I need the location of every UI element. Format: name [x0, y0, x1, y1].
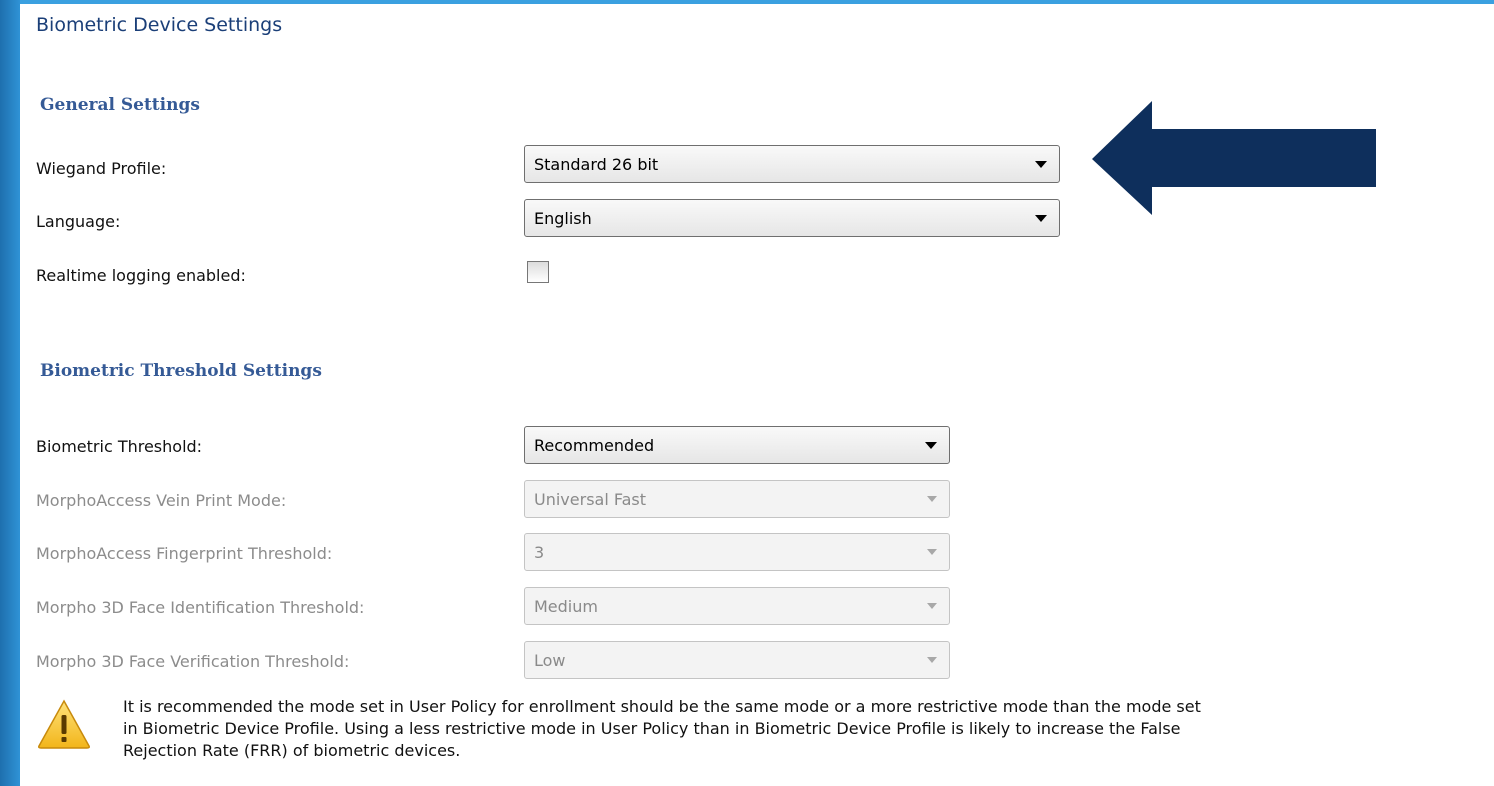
face-verification-threshold-value: Low [534, 651, 566, 670]
chevron-down-icon [1035, 215, 1047, 222]
realtime-logging-checkbox[interactable] [527, 261, 549, 283]
language-label: Language: [36, 212, 121, 231]
warning-line: in Biometric Device Profile. Using a les… [123, 719, 1181, 738]
face-identification-threshold-select[interactable]: Medium [524, 587, 950, 625]
wiegand-profile-select[interactable]: Standard 26 bit [524, 145, 1060, 183]
settings-panel: Biometric Device Settings General Settin… [20, 4, 1494, 786]
wiegand-profile-label: Wiegand Profile: [36, 159, 167, 178]
biometric-threshold-value: Recommended [534, 436, 655, 455]
biometric-threshold-label: Biometric Threshold: [36, 437, 203, 456]
face-verification-threshold-label: Morpho 3D Face Verification Threshold: [36, 652, 350, 671]
language-select[interactable]: English [524, 199, 1060, 237]
face-identification-threshold-value: Medium [534, 597, 598, 616]
warning-line: It is recommended the mode set in User P… [123, 697, 1201, 716]
warning-line: Rejection Rate (FRR) of biometric device… [123, 741, 461, 760]
vein-print-mode-select[interactable]: Universal Fast [524, 480, 950, 518]
chevron-down-icon [927, 496, 937, 502]
page-title: Biometric Device Settings [36, 14, 283, 36]
face-identification-threshold-label: Morpho 3D Face Identification Threshold: [36, 598, 365, 617]
fingerprint-threshold-select[interactable]: 3 [524, 533, 950, 571]
language-value: English [534, 209, 592, 228]
fingerprint-threshold-value: 3 [534, 543, 545, 562]
fingerprint-threshold-label: MorphoAccess Fingerprint Threshold: [36, 544, 333, 563]
warning-message: It is recommended the mode set in User P… [123, 696, 1494, 762]
vein-print-mode-value: Universal Fast [534, 490, 647, 509]
biometric-threshold-heading: Biometric Threshold Settings [40, 361, 322, 381]
left-accent-bar [0, 0, 20, 786]
vein-print-mode-label: MorphoAccess Vein Print Mode: [36, 491, 287, 510]
chevron-down-icon [925, 442, 937, 449]
realtime-logging-label: Realtime logging enabled: [36, 266, 246, 285]
biometric-threshold-select[interactable]: Recommended [524, 426, 950, 464]
general-settings-heading: General Settings [40, 95, 200, 115]
warning-icon [38, 699, 90, 749]
face-verification-threshold-select[interactable]: Low [524, 641, 950, 679]
arrow-left-icon [1092, 101, 1376, 215]
chevron-down-icon [1035, 161, 1047, 168]
wiegand-profile-value: Standard 26 bit [534, 155, 659, 174]
chevron-down-icon [927, 603, 937, 609]
chevron-down-icon [927, 549, 937, 555]
chevron-down-icon [927, 657, 937, 663]
